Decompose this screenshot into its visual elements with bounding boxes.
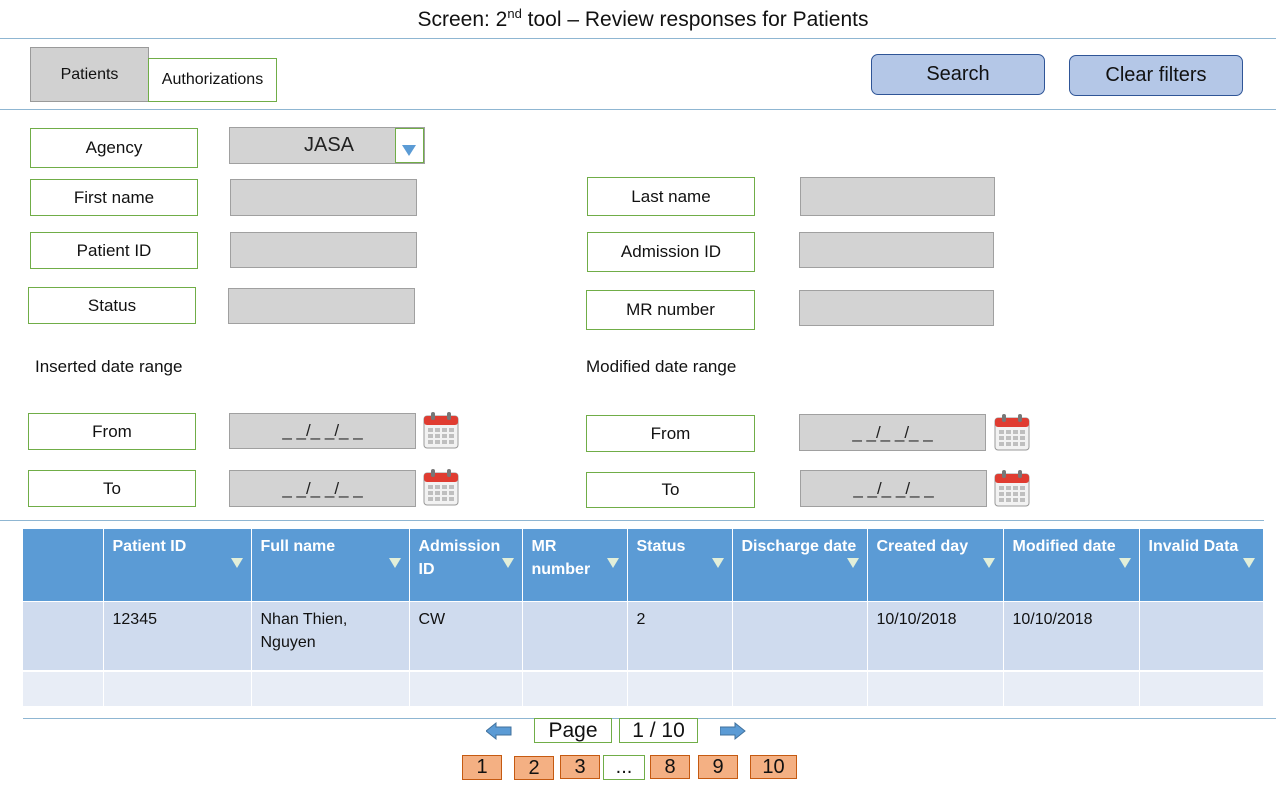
agency-label: Agency [30,128,198,168]
arrow-left-icon [485,721,512,741]
inserted-from-field[interactable]: _ _/_ _/_ _ [229,413,416,449]
toolbar-divider [0,109,1276,110]
inserted-from-label: From [28,413,196,450]
col-header-admission-id[interactable]: Admission ID [409,529,523,602]
prev-page-button[interactable] [485,721,512,746]
calendar-icon [994,470,1030,507]
table-cell [732,670,868,706]
table-cell [1139,601,1264,671]
filter-icon[interactable] [711,558,724,568]
table-cell: 10/10/2018 [867,601,1004,671]
page-button-10[interactable]: 10 [750,755,797,779]
last-name-field[interactable] [800,177,995,216]
modified-date-range-heading: Modified date range [586,357,737,376]
filter-icon[interactable] [1118,558,1131,568]
table-cell: Nhan Thien, Nguyen [251,601,410,671]
admission-id-field[interactable] [799,232,994,268]
table-cell: CW [409,601,523,671]
filter-icon[interactable] [230,558,243,568]
filter-icon[interactable] [846,558,859,568]
filter-icon[interactable] [982,558,995,568]
filter-icon[interactable] [1242,558,1255,568]
screen-title: Screen: 2nd tool – Review responses for … [417,6,869,31]
calendar-icon [423,412,459,449]
agency-select[interactable]: JASA [229,127,425,164]
agency-value: JASA [304,134,355,156]
admission-id-label: Admission ID [587,232,755,272]
tab-patients[interactable]: Patients [30,47,149,102]
modified-from-calendar-button[interactable] [994,413,1030,456]
table-cell [867,670,1004,706]
modified-from-field[interactable]: _ _/_ _/_ _ [799,414,986,451]
table-cell: 2 [627,601,733,671]
results-table: Patient ID Full name Admission ID MR num… [23,529,1264,706]
table-row[interactable]: 12345 Nhan Thien, Nguyen CW 2 10/10/2018… [23,601,1264,671]
table-cell [1139,670,1264,706]
page-ellipsis: ... [603,755,645,780]
table-cell [23,601,104,671]
col-header-full-name[interactable]: Full name [251,529,410,602]
modified-from-label: From [586,415,755,452]
dropdown-button[interactable] [395,128,424,163]
tab-authorizations[interactable]: Authorizations [148,58,277,102]
mr-number-label: MR number [586,290,755,330]
first-name-field[interactable] [230,179,417,216]
col-header-mr-number[interactable]: MR number [522,529,628,602]
page-button-8[interactable]: 8 [650,755,690,779]
inserted-to-field[interactable]: _ _/_ _/_ _ [229,470,416,507]
title-divider [0,38,1276,39]
table-header-row: Patient ID Full name Admission ID MR num… [23,529,1264,602]
table-cell [103,670,252,706]
clear-filters-button[interactable]: Clear filters [1069,55,1243,96]
page-button-3[interactable]: 3 [560,755,600,779]
mr-number-field[interactable] [799,290,994,326]
table-row[interactable] [23,670,1264,706]
last-name-label: Last name [587,177,755,216]
modified-to-label: To [586,472,755,508]
table-cell [251,670,410,706]
page-indicator: 1 / 10 [619,718,698,743]
modified-to-calendar-button[interactable] [994,469,1030,512]
col-header-status[interactable]: Status [627,529,733,602]
col-header-invalid-data[interactable]: Invalid Data [1139,529,1264,602]
table-cell [522,601,628,671]
calendar-icon [423,469,459,506]
status-label: Status [28,287,196,324]
filter-icon[interactable] [388,558,401,568]
table-cell [409,670,523,706]
col-header-discharge-date[interactable]: Discharge date [732,529,868,602]
chevron-down-icon [402,145,416,156]
table-cell [627,670,733,706]
table-cell [522,670,628,706]
table-cell [732,601,868,671]
col-header-select [23,529,104,602]
patient-id-field[interactable] [230,232,417,268]
next-page-button[interactable] [719,721,746,746]
patient-id-label: Patient ID [30,232,198,269]
table-cell: 10/10/2018 [1003,601,1140,671]
page-label: Page [534,718,612,743]
table-cell [23,670,104,706]
col-header-patient-id[interactable]: Patient ID [103,529,252,602]
filters-divider [0,520,1264,521]
inserted-date-range-heading: Inserted date range [35,357,183,376]
inserted-from-calendar-button[interactable] [423,411,459,454]
table-cell: 12345 [103,601,252,671]
inserted-to-calendar-button[interactable] [423,468,459,511]
col-header-modified-date[interactable]: Modified date [1003,529,1140,602]
status-field[interactable] [228,288,415,324]
first-name-label: First name [30,179,198,216]
modified-to-field[interactable]: _ _/_ _/_ _ [800,470,987,507]
filter-icon[interactable] [606,558,619,568]
search-button[interactable]: Search [871,54,1045,95]
page-button-9[interactable]: 9 [698,755,738,779]
arrow-right-icon [719,721,746,741]
filter-icon[interactable] [501,558,514,568]
calendar-icon [994,414,1030,451]
inserted-to-label: To [28,470,196,507]
page-button-1[interactable]: 1 [462,755,502,780]
page-button-2[interactable]: 2 [514,756,554,780]
col-header-created-day[interactable]: Created day [867,529,1004,602]
table-cell [1003,670,1140,706]
